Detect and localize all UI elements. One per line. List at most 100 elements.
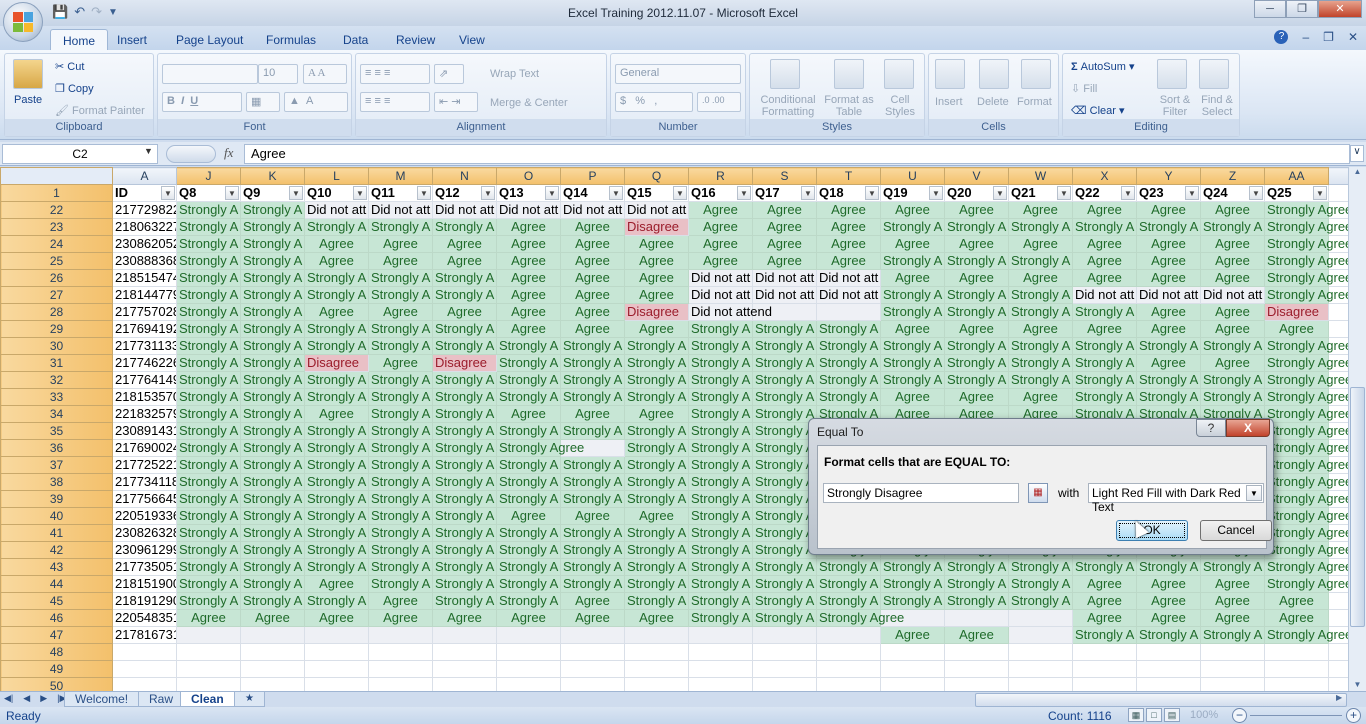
horizontal-align-icons[interactable]: ≡ ≡ ≡ xyxy=(360,92,430,112)
cell[interactable]: Agree xyxy=(432,609,497,627)
cell[interactable]: Agree xyxy=(432,235,497,253)
borders-icon[interactable]: ▦ xyxy=(246,92,280,112)
cell[interactable]: Agree xyxy=(880,201,945,219)
cell[interactable]: Strongly A xyxy=(1008,592,1073,610)
cell[interactable]: Agree xyxy=(304,609,369,627)
cell[interactable]: Strongly A xyxy=(1072,626,1137,644)
cell[interactable]: Strongly A xyxy=(176,541,241,559)
cell[interactable]: Strongly A xyxy=(304,592,369,610)
cell[interactable]: Strongly A xyxy=(304,371,369,389)
expand-formula-bar-icon[interactable]: ∨ xyxy=(1350,145,1364,162)
cell[interactable] xyxy=(1328,677,1348,691)
cell[interactable]: Agree xyxy=(496,320,561,338)
cell[interactable]: Strongly A xyxy=(240,575,305,593)
row-header[interactable]: 31 xyxy=(0,354,113,372)
cell[interactable]: Strongly A xyxy=(176,524,241,542)
cell[interactable] xyxy=(688,626,753,644)
cell[interactable]: Agree xyxy=(1136,201,1201,219)
cell[interactable]: Strongly A xyxy=(176,405,241,423)
sort-filter-button[interactable]: Sort & Filter xyxy=(1155,94,1195,118)
cell[interactable]: Strongly A xyxy=(560,524,625,542)
cell[interactable]: Agree xyxy=(1200,303,1265,321)
cell[interactable]: Strongly A xyxy=(1136,558,1201,576)
cell[interactable]: Strongly A xyxy=(432,405,497,423)
cell[interactable]: Strongly A xyxy=(688,490,753,508)
cell[interactable]: Strongly A xyxy=(688,575,753,593)
cell[interactable]: Agree xyxy=(688,252,753,270)
column-filter-header[interactable]: Q8 ▼ xyxy=(176,184,241,202)
filter-dropdown-icon[interactable]: ▼ xyxy=(545,186,559,200)
id-cell[interactable]: 2308914316 xyxy=(112,422,177,440)
id-cell[interactable]: 2185154743 xyxy=(112,269,177,287)
cell[interactable]: Strongly A xyxy=(368,405,433,423)
id-cell[interactable]: 2205483510 xyxy=(112,609,177,627)
cell[interactable]: Strongly A xyxy=(752,337,817,355)
cell[interactable]: Strongly Agree xyxy=(1264,218,1348,236)
decimal-icons[interactable]: .0 .00 xyxy=(697,92,741,112)
cell[interactable]: Strongly A xyxy=(304,524,369,542)
cell[interactable]: Strongly A xyxy=(1200,558,1265,576)
cell[interactable]: Strongly A xyxy=(496,354,561,372)
id-cell[interactable]: 2177252211 xyxy=(112,456,177,474)
cell[interactable]: Strongly A xyxy=(624,337,689,355)
cell[interactable]: Strongly A xyxy=(432,575,497,593)
cell[interactable]: Strongly A xyxy=(816,575,881,593)
cell[interactable] xyxy=(240,677,305,691)
row-header[interactable]: 22 xyxy=(0,201,113,219)
cell[interactable]: Strongly A xyxy=(624,558,689,576)
id-cell[interactable]: 2308263282 xyxy=(112,524,177,542)
zoom-in-icon[interactable]: + xyxy=(1346,708,1361,723)
column-header[interactable]: Z xyxy=(1200,167,1265,185)
ok-button[interactable]: OK xyxy=(1116,520,1188,541)
cell[interactable]: Strongly A xyxy=(688,439,753,457)
cell[interactable]: Strongly A xyxy=(240,235,305,253)
cell[interactable]: Strongly A xyxy=(816,592,881,610)
grow-shrink-font-buttons[interactable]: A A xyxy=(303,64,347,84)
cell[interactable]: Strongly A xyxy=(752,507,817,525)
cell[interactable]: Strongly A xyxy=(496,456,561,474)
cell[interactable]: Did not attend xyxy=(688,303,772,321)
cell[interactable] xyxy=(496,626,561,644)
cut-button[interactable]: ✂ Cut xyxy=(55,60,84,73)
cell[interactable]: Agree xyxy=(624,252,689,270)
cell[interactable] xyxy=(624,643,689,661)
cell[interactable]: Strongly A xyxy=(240,303,305,321)
cell[interactable] xyxy=(688,660,753,678)
cell[interactable]: Strongly A xyxy=(944,218,1009,236)
cell[interactable]: Agree xyxy=(880,388,945,406)
cell[interactable]: Agree xyxy=(496,609,561,627)
cell[interactable]: Agree xyxy=(1200,235,1265,253)
horizontal-scroll-thumb[interactable] xyxy=(975,693,1347,707)
cell[interactable]: Strongly A xyxy=(304,337,369,355)
cell[interactable]: Agree xyxy=(368,303,433,321)
cell[interactable]: Agree xyxy=(1200,575,1265,593)
cell[interactable] xyxy=(1008,626,1073,644)
cell[interactable]: Agree xyxy=(1008,269,1073,287)
column-header[interactable]: L xyxy=(304,167,369,185)
row-header[interactable]: 47 xyxy=(0,626,113,644)
column-header[interactable]: K xyxy=(240,167,305,185)
row-header[interactable]: 1 xyxy=(0,184,113,202)
delete-button[interactable]: Delete xyxy=(977,96,1009,108)
cell[interactable]: Strongly A xyxy=(240,558,305,576)
cell[interactable]: Strongly Agree xyxy=(1264,473,1348,491)
cell[interactable] xyxy=(1008,643,1073,661)
cell[interactable]: Strongly A xyxy=(880,303,945,321)
cell[interactable]: Strongly A xyxy=(1072,388,1137,406)
cell[interactable]: Agree xyxy=(624,235,689,253)
cell[interactable]: Agree xyxy=(368,235,433,253)
cell[interactable]: Agree xyxy=(816,252,881,270)
cell[interactable]: Strongly Agree xyxy=(1264,269,1348,287)
filter-dropdown-icon[interactable]: ▼ xyxy=(737,186,751,200)
cell[interactable]: Strongly A xyxy=(1008,252,1073,270)
filter-dropdown-icon[interactable]: ▼ xyxy=(673,186,687,200)
cell[interactable] xyxy=(1136,660,1201,678)
cell[interactable]: Strongly A xyxy=(496,473,561,491)
cell[interactable]: Agree xyxy=(1264,609,1329,627)
copy-button[interactable]: ❐ Copy xyxy=(55,82,94,95)
column-filter-header[interactable]: Q21 ▼ xyxy=(1008,184,1073,202)
id-cell[interactable]: 2308883682 xyxy=(112,252,177,270)
cell[interactable]: Agree xyxy=(1136,320,1201,338)
first-sheet-icon[interactable]: ◀| xyxy=(4,693,13,704)
column-header[interactable]: AA xyxy=(1264,167,1329,185)
